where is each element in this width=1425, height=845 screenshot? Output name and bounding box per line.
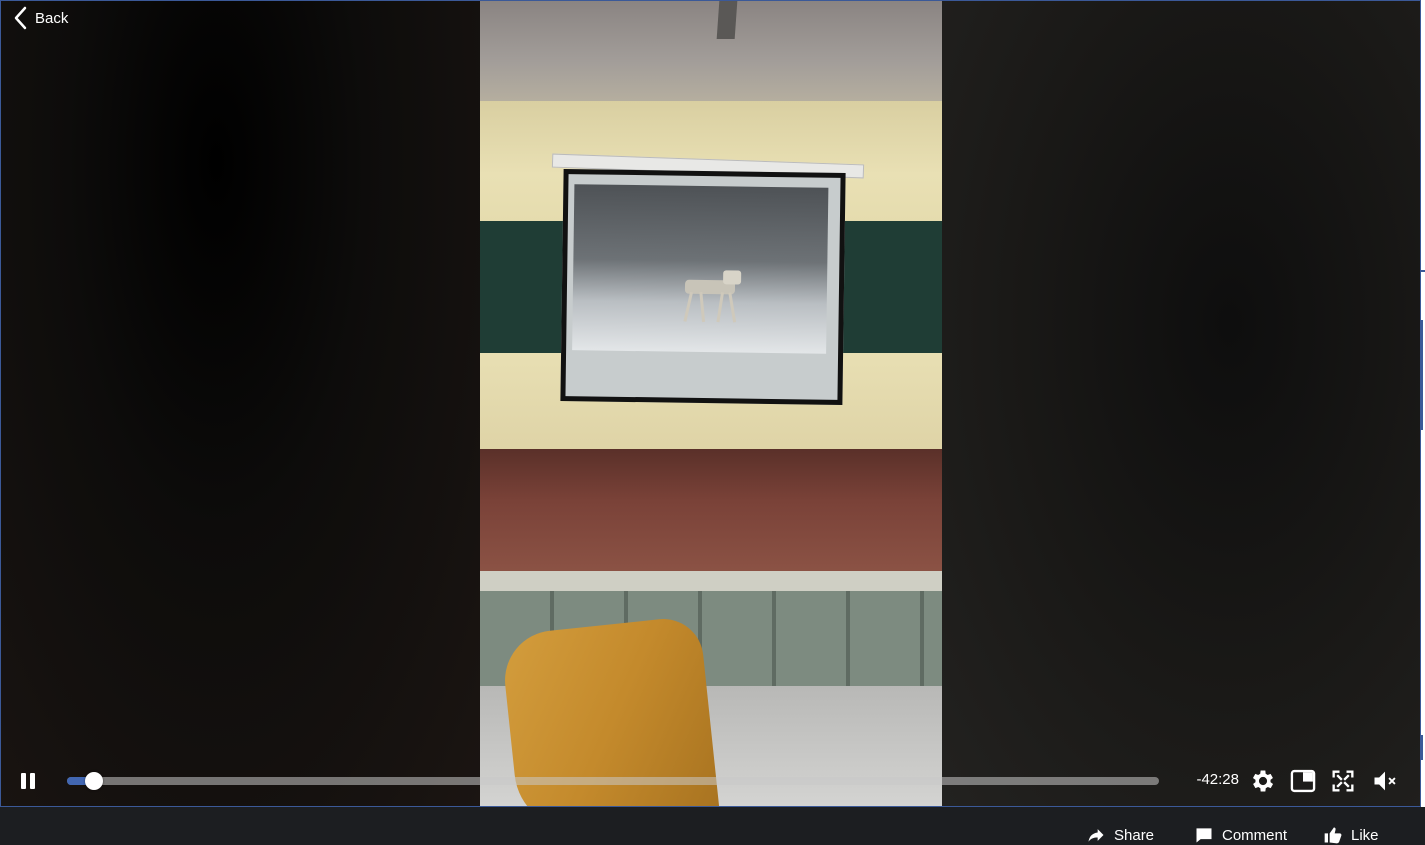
- video-player[interactable]: Back -42:28: [0, 0, 1421, 807]
- scene-ceiling-light: [716, 1, 738, 39]
- comment-button[interactable]: Comment: [1194, 825, 1287, 845]
- scene-stage-edge: [480, 571, 942, 593]
- progress-thumb[interactable]: [85, 772, 104, 790]
- comment-label: Comment: [1222, 826, 1288, 844]
- scene-projector-screen: [560, 169, 846, 405]
- video-blur-background-left: [1, 1, 480, 806]
- progress-track[interactable]: [67, 772, 1159, 790]
- volume-button[interactable]: [1371, 767, 1399, 795]
- comment-icon: [1196, 828, 1212, 843]
- share-button[interactable]: Share: [1086, 825, 1154, 845]
- like-label: Like: [1351, 826, 1379, 844]
- scene-stage: [480, 449, 942, 579]
- post-action-bar: Share Comment Like: [0, 807, 1425, 845]
- right-edge-strip: [1421, 0, 1425, 807]
- player-controls: -42:28: [1, 761, 1420, 801]
- scene-ceiling: [480, 1, 942, 101]
- time-remaining: -42:28: [1196, 771, 1239, 788]
- pip-button[interactable]: [1289, 767, 1317, 795]
- scene-robot-leg: [716, 292, 724, 323]
- like-button[interactable]: Like: [1323, 825, 1379, 845]
- volume-muted-icon: [1374, 771, 1396, 791]
- chevron-left-icon: [14, 6, 27, 30]
- video-blur-background-right: [941, 1, 1420, 806]
- back-label: Back: [35, 9, 69, 27]
- share-label: Share: [1114, 826, 1155, 844]
- fullscreen-button[interactable]: [1329, 767, 1357, 795]
- pause-button[interactable]: [19, 772, 39, 792]
- settings-button[interactable]: [1249, 767, 1277, 795]
- share-icon: [1088, 829, 1104, 842]
- thumbs-up-icon: [1324, 827, 1342, 844]
- scene-robot-leg: [683, 291, 694, 322]
- video-frame[interactable]: [480, 1, 942, 806]
- scene-projected-image: [572, 184, 829, 354]
- picture-in-picture-icon: [1290, 769, 1316, 793]
- scene-robot-leg: [728, 292, 737, 323]
- fullscreen-icon: [1332, 770, 1354, 792]
- scene-robot-head: [723, 270, 742, 285]
- back-button[interactable]: Back: [13, 5, 68, 31]
- scene-robot-leg: [699, 291, 706, 323]
- gear-icon: [1252, 770, 1274, 792]
